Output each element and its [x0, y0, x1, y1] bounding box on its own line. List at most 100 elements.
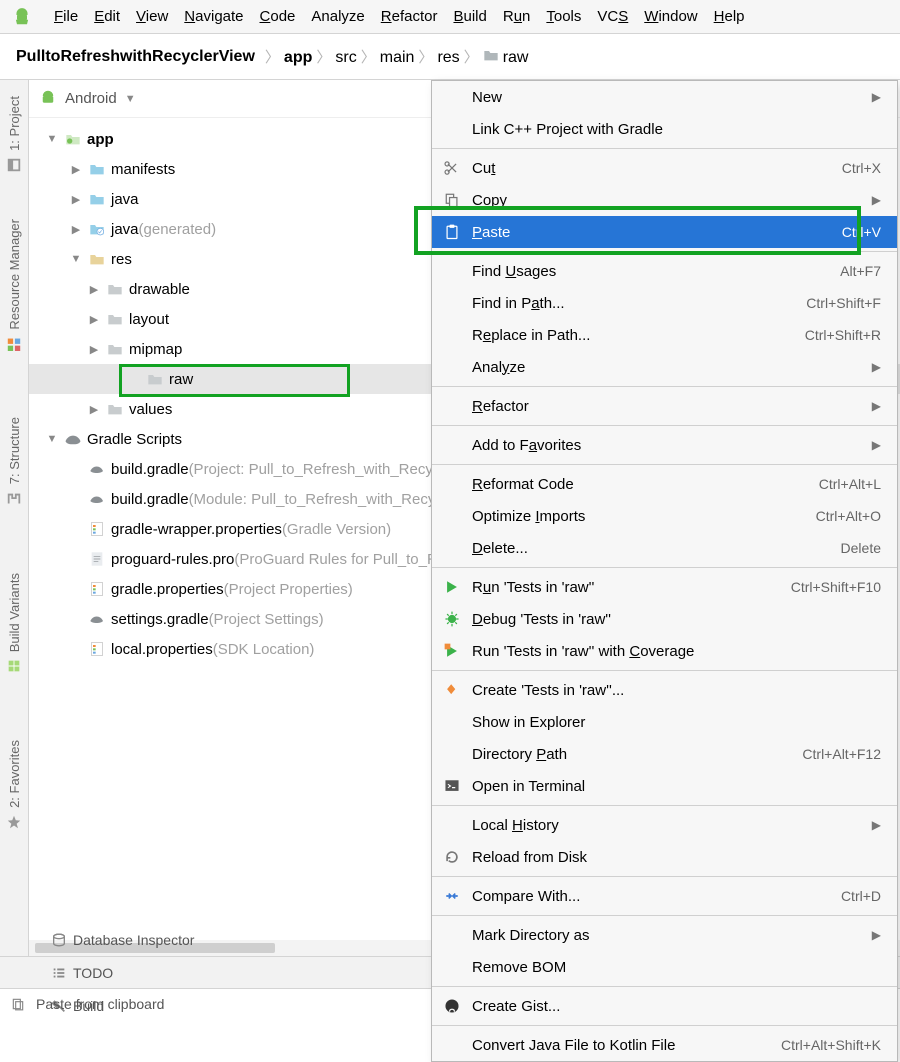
menu-item-remove-bom[interactable]: Remove BOM: [432, 951, 897, 983]
breadcrumb-src[interactable]: src: [335, 49, 356, 66]
menu-build[interactable]: Build: [445, 6, 494, 27]
chevron-right-icon: 〉: [361, 49, 376, 66]
submenu-arrow-icon: ▶: [872, 360, 881, 374]
menu-separator: [432, 1025, 897, 1026]
expand-right-icon[interactable]: ▶: [65, 223, 87, 236]
menu-separator: [432, 986, 897, 987]
project-view-mode[interactable]: Android ▼: [39, 90, 136, 108]
breadcrumb-app[interactable]: app: [284, 49, 312, 66]
folder-gray-icon: [105, 282, 125, 296]
submenu-arrow-icon: ▶: [872, 399, 881, 413]
expand-down-icon[interactable]: ▼: [41, 133, 63, 145]
menu-item-replace-in-path[interactable]: Replace in Path...Ctrl+Shift+R: [432, 319, 897, 351]
expand-right-icon[interactable]: ▶: [65, 193, 87, 206]
menu-shortcut: Ctrl+V: [842, 224, 881, 240]
menu-item-optimize-imports[interactable]: Optimize ImportsCtrl+Alt+O: [432, 500, 897, 532]
menu-vcs[interactable]: VCS: [589, 6, 636, 27]
menu-item-local-history[interactable]: Local History▶: [432, 809, 897, 841]
submenu-arrow-icon: ▶: [872, 90, 881, 104]
menu-item-find-usages[interactable]: Find UsagesAlt+F7: [432, 255, 897, 287]
tree-label-detail: (Project Properties): [224, 581, 353, 598]
menu-item-label: Copy: [472, 192, 862, 209]
folder-res-icon: [87, 252, 107, 266]
tree-label-detail: (generated): [139, 221, 217, 238]
menu-item-label: Paste: [472, 224, 832, 241]
menu-edit[interactable]: Edit: [86, 6, 128, 27]
expand-down-icon[interactable]: ▼: [41, 433, 63, 445]
menu-item-new[interactable]: New▶: [432, 81, 897, 113]
menu-item-label: Run 'Tests in 'raw'' with Coverage: [472, 643, 881, 660]
dropdown-icon: ▼: [125, 93, 136, 105]
menu-separator: [432, 915, 897, 916]
rail-tab-7-structure[interactable]: 7: Structure: [6, 407, 22, 512]
menu-item-create-tests-in-raw[interactable]: Create 'Tests in 'raw''...: [432, 674, 897, 706]
menu-item-convert-java-file-to-kotlin-file[interactable]: Convert Java File to Kotlin FileCtrl+Alt…: [432, 1029, 897, 1061]
menu-analyze[interactable]: Analyze: [303, 6, 372, 27]
tree-label: manifests: [111, 161, 175, 178]
menu-view[interactable]: View: [128, 6, 176, 27]
expand-right-icon[interactable]: ▶: [83, 403, 105, 416]
menu-item-find-in-path[interactable]: Find in Path...Ctrl+Shift+F: [432, 287, 897, 319]
menu-item-copy[interactable]: Copy▶: [432, 184, 897, 216]
tool-todo[interactable]: TODO: [45, 965, 200, 981]
breadcrumb-res[interactable]: res: [437, 49, 459, 66]
rail-tab-2-favorites[interactable]: 2: Favorites: [6, 730, 22, 836]
breadcrumb-root[interactable]: PulltoRefreshwithRecyclerView: [16, 48, 255, 66]
reload-icon: [442, 848, 462, 866]
menu-item-delete[interactable]: Delete...Delete: [432, 532, 897, 564]
menu-navigate[interactable]: Navigate: [176, 6, 251, 27]
menu-file[interactable]: File: [46, 6, 86, 27]
breadcrumb-raw[interactable]: raw: [483, 49, 529, 66]
menu-code[interactable]: Code: [252, 6, 304, 27]
rail-tab-build-variants[interactable]: Build Variants: [6, 563, 22, 680]
menu-item-create-gist[interactable]: Create Gist...: [432, 990, 897, 1022]
menu-shortcut: Delete: [841, 540, 881, 556]
menu-item-run-tests-in-raw-with-coverage[interactable]: Run 'Tests in 'raw'' with Coverage: [432, 635, 897, 667]
coverage-icon: [442, 642, 462, 660]
tree-label-detail: (Gradle Version): [282, 521, 391, 538]
menu-item-debug-tests-in-raw[interactable]: Debug 'Tests in 'raw'': [432, 603, 897, 635]
menu-separator: [432, 251, 897, 252]
menu-item-paste[interactable]: Paste Ctrl+V: [432, 216, 897, 248]
tree-label: local.properties: [111, 641, 213, 658]
menu-item-directory-path[interactable]: Directory PathCtrl+Alt+F12: [432, 738, 897, 770]
structure-icon: [6, 491, 22, 507]
rail-tab-1-project[interactable]: 1: Project: [6, 86, 22, 179]
menu-item-add-to-favorites[interactable]: Add to Favorites▶: [432, 429, 897, 461]
menu-run[interactable]: Run: [495, 6, 539, 27]
folder-gen-icon: [87, 222, 107, 236]
menu-item-show-in-explorer[interactable]: Show in Explorer: [432, 706, 897, 738]
rail-tab-resource-manager[interactable]: Resource Manager: [6, 209, 22, 358]
menu-help[interactable]: Help: [706, 6, 753, 27]
menu-item-refactor[interactable]: Refactor▶: [432, 390, 897, 422]
menu-window[interactable]: Window: [636, 6, 705, 27]
expand-down-icon[interactable]: ▼: [65, 253, 87, 265]
menu-item-run-tests-in-raw[interactable]: Run 'Tests in 'raw''Ctrl+Shift+F10: [432, 571, 897, 603]
tree-label: app: [87, 131, 114, 148]
cut-icon: [442, 159, 462, 177]
expand-right-icon[interactable]: ▶: [83, 343, 105, 356]
tree-label: settings.gradle: [111, 611, 209, 628]
expand-right-icon[interactable]: ▶: [83, 283, 105, 296]
paste-icon: [442, 223, 462, 241]
menu-shortcut: Ctrl+Alt+L: [819, 476, 881, 492]
menu-separator: [432, 805, 897, 806]
menu-refactor[interactable]: Refactor: [373, 6, 446, 27]
menu-item-reformat-code[interactable]: Reformat CodeCtrl+Alt+L: [432, 468, 897, 500]
menu-item-link-c-project-with-gradle[interactable]: Link C++ Project with Gradle: [432, 113, 897, 145]
expand-right-icon[interactable]: ▶: [83, 313, 105, 326]
menu-item-label: Reload from Disk: [472, 849, 881, 866]
menu-item-compare-with[interactable]: Compare With...Ctrl+D: [432, 880, 897, 912]
menu-item-open-in-terminal[interactable]: Open in Terminal: [432, 770, 897, 802]
create-icon: [442, 681, 462, 699]
menu-item-cut[interactable]: CutCtrl+X: [432, 152, 897, 184]
menu-item-mark-directory-as[interactable]: Mark Directory as▶: [432, 919, 897, 951]
menu-item-analyze[interactable]: Analyze▶: [432, 351, 897, 383]
status-text: Paste from clipboard: [36, 996, 164, 1012]
menu-tools[interactable]: Tools: [538, 6, 589, 27]
expand-right-icon[interactable]: ▶: [65, 163, 87, 176]
breadcrumb-main[interactable]: main: [380, 49, 415, 66]
tree-label: proguard-rules.pro: [111, 551, 234, 568]
menu-item-label: Run 'Tests in 'raw'': [472, 579, 781, 596]
menu-item-reload-from-disk[interactable]: Reload from Disk: [432, 841, 897, 873]
